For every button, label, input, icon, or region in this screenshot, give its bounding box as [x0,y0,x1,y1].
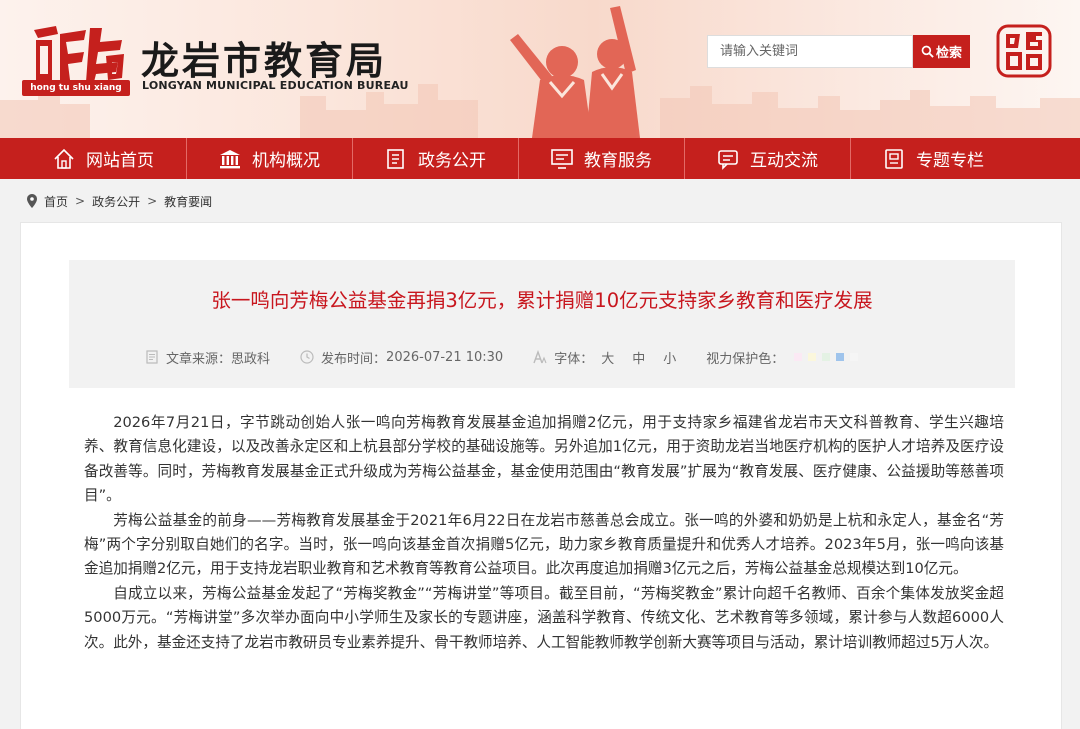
nav-item-label: 网站首页 [86,151,154,171]
source-label: 文章来源： [166,351,232,367]
search-button-label: 检索 [935,45,962,60]
logo-caption: hong tu shu xiang [22,80,130,96]
breadcrumb-home[interactable]: 首页 [44,193,68,210]
nav-item-edu-services[interactable]: 教育服务 [518,138,684,179]
nav-item-label: 政务公开 [418,151,486,171]
article-meta: 文章来源： 思政科 发布时间： 2026-07-21 10:30 字体： 大 中… [145,348,859,367]
eye-protection-label: 视力保护色： [706,351,785,367]
article-paragraph: 芳梅公益基金的前身——芳梅教育发展基金于2021年6月22日在龙岩市慈善总会成立… [84,511,1004,578]
article-title: 张一鸣向芳梅公益基金再捐3亿元，累计捐赠10亿元支持家乡教育和医疗发展 [211,289,873,312]
document-icon [387,148,404,169]
site-title[interactable]: 龙岩市教育局 [141,30,387,85]
eye-color-swatch-yellow[interactable] [808,353,817,361]
eye-color-swatch-white[interactable] [850,353,859,361]
nav-item-label: 专题专栏 [916,151,984,171]
nav-item-gov-affairs[interactable]: 政务公开 [352,138,518,179]
nav-item-institution[interactable]: 机构概况 [186,138,352,179]
source-value: 思政科 [231,351,271,367]
search-button[interactable]: 检索 [913,35,970,68]
article-paragraph: 自成立以来，芳梅公益基金发起了“芳梅奖教金”“芳梅讲堂”等项目。截至目前，“芳梅… [84,584,1004,651]
breadcrumb-edu-news[interactable]: 教育要闻 [164,193,212,210]
chat-icon [718,149,738,170]
breadcrumb: 首页 > 政务公开 > 教育要闻 [27,192,212,210]
nav-item-label: 教育服务 [584,151,652,171]
font-size-medium[interactable]: 中 [632,348,645,367]
eye-color-swatch-green[interactable] [822,353,831,361]
header-banner: hong tu shu xiang 龙岩市教育局 LONGYAN MUNICIP… [0,0,1080,138]
search-icon [921,45,934,58]
eye-color-swatch-pink[interactable] [794,353,803,361]
breadcrumb-gov-affairs[interactable]: 政务公开 [92,193,140,210]
cheering-children-illustration [510,6,640,138]
clock-icon [300,350,314,364]
font-label: 字体： [554,351,594,367]
font-size-small[interactable]: 小 [663,348,676,367]
home-icon [54,148,74,169]
site-subtitle: LONGYAN MUNICIPAL EDUCATION BUREAU [142,79,409,92]
nav-item-interaction[interactable]: 互动交流 [684,138,850,179]
breadcrumb-separator: > [75,194,86,208]
nav-item-label: 互动交流 [750,151,818,171]
font-size-large[interactable]: 大 [601,348,614,367]
main-nav: 网站首页 机构概况 政务公开 教育服务 互动交流 专题专栏 [0,138,1080,179]
nav-item-special-topics[interactable]: 专题专栏 [850,138,1016,179]
location-pin-icon [27,194,37,208]
article-paragraph: 2026年7月21日，字节跳动创始人张一鸣向芳梅教育发展基金追加捐赠2亿元，用于… [84,414,1004,505]
eye-color-swatch-blue[interactable] [836,353,845,361]
institution-icon [220,149,240,168]
breadcrumb-separator: > [147,194,158,208]
search-input[interactable] [707,35,913,68]
article-card: 张一鸣向芳梅公益基金再捐3亿元，累计捐赠10亿元支持家乡教育和医疗发展 文章来源… [20,222,1062,729]
nav-item-label: 机构概况 [252,151,320,171]
time-label: 发布时间： [321,351,387,367]
font-size-icon [533,350,547,364]
document-icon [146,350,158,364]
longyan-china-seal [996,24,1052,78]
nav-item-home[interactable]: 网站首页 [20,138,186,179]
time-value: 2026-07-21 10:30 [386,349,504,365]
article-header: 张一鸣向芳梅公益基金再捐3亿元，累计捐赠10亿元支持家乡教育和医疗发展 文章来源… [69,260,1015,388]
article-body: 2026年7月21日，字节跳动创始人张一鸣向芳梅教育发展基金追加捐赠2亿元，用于… [84,411,1004,655]
book-icon [885,148,903,169]
monitor-icon [551,148,573,169]
